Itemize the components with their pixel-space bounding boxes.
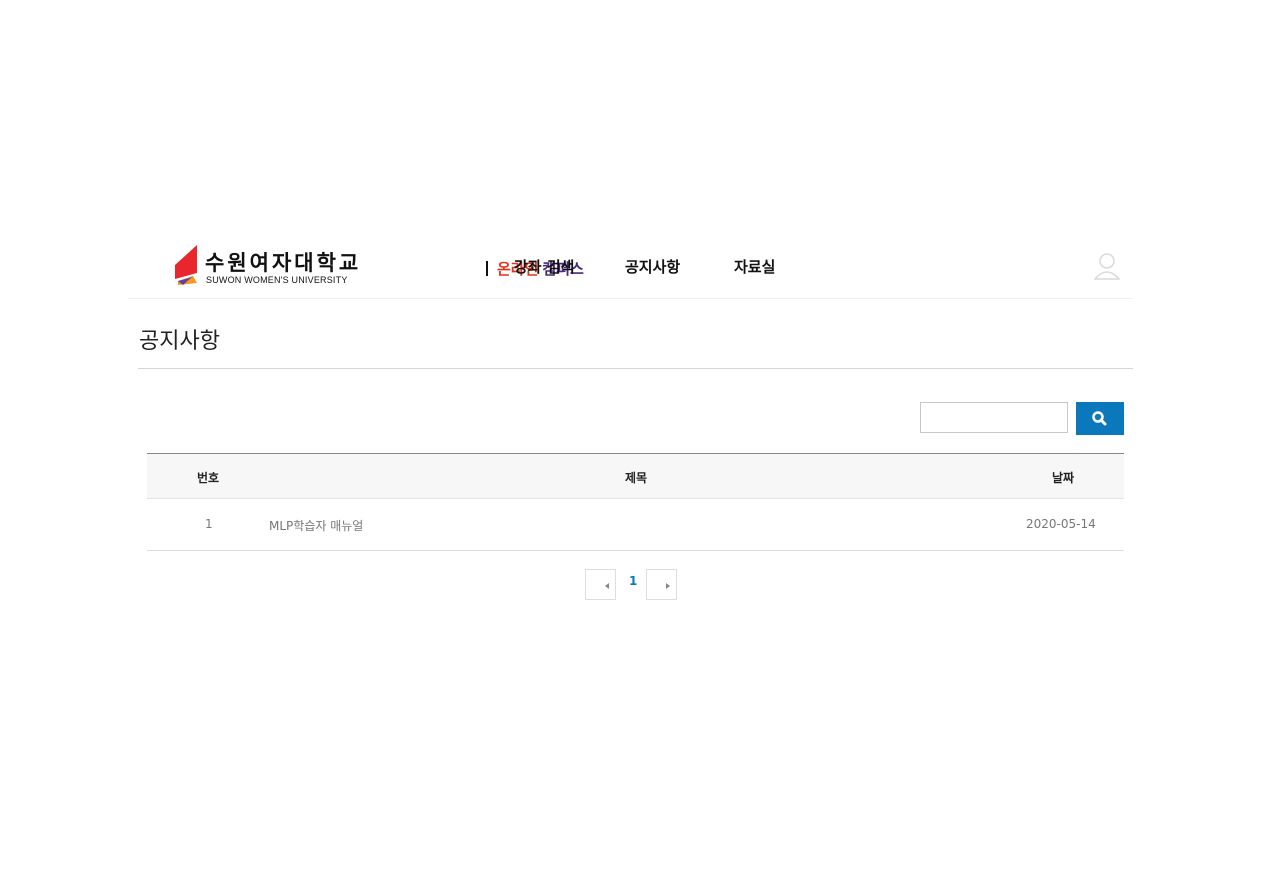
chevron-right-icon: [666, 583, 670, 589]
page-number-current[interactable]: 1: [629, 574, 637, 588]
header-title: 제목: [625, 471, 648, 485]
notice-table: 번호 제목 날짜 1 MLP학습자 매뉴얼 2020-05-14: [147, 453, 1124, 551]
logo-mark-icon: [175, 245, 197, 285]
table-header: 번호 제목 날짜: [147, 453, 1124, 499]
site-header: 수원여자대학교 SUWON WOMEN'S UNIVERSITY 온라인 캠퍼스 …: [128, 236, 1133, 299]
nav-archive[interactable]: 자료실: [734, 256, 775, 277]
next-page-button[interactable]: [646, 569, 677, 600]
title-divider: [138, 368, 1133, 369]
logo-korean-name: 수원여자대학교: [205, 251, 362, 275]
logo-divider: [486, 261, 488, 276]
search-button[interactable]: [1076, 402, 1124, 435]
chevron-left-icon: [605, 583, 609, 589]
prev-page-button[interactable]: [585, 569, 616, 600]
user-icon[interactable]: [1094, 252, 1120, 280]
nav-course-search[interactable]: 강좌 검색: [514, 256, 574, 277]
search-icon: [1092, 411, 1107, 426]
table-row[interactable]: 1 MLP학습자 매뉴얼 2020-05-14: [147, 499, 1124, 551]
search-input[interactable]: [920, 402, 1068, 433]
nav-notices[interactable]: 공지사항: [625, 256, 680, 277]
row-date: 2020-05-14: [1026, 517, 1096, 531]
header-date: 날짜: [1052, 471, 1075, 485]
logo-english-name: SUWON WOMEN'S UNIVERSITY: [206, 275, 348, 285]
header-no: 번호: [197, 471, 220, 485]
university-logo[interactable]: 수원여자대학교 SUWON WOMEN'S UNIVERSITY: [173, 245, 473, 289]
row-title-link[interactable]: MLP학습자 매뉴얼: [269, 517, 363, 534]
row-no: 1: [205, 517, 213, 531]
page-title: 공지사항: [139, 329, 220, 354]
